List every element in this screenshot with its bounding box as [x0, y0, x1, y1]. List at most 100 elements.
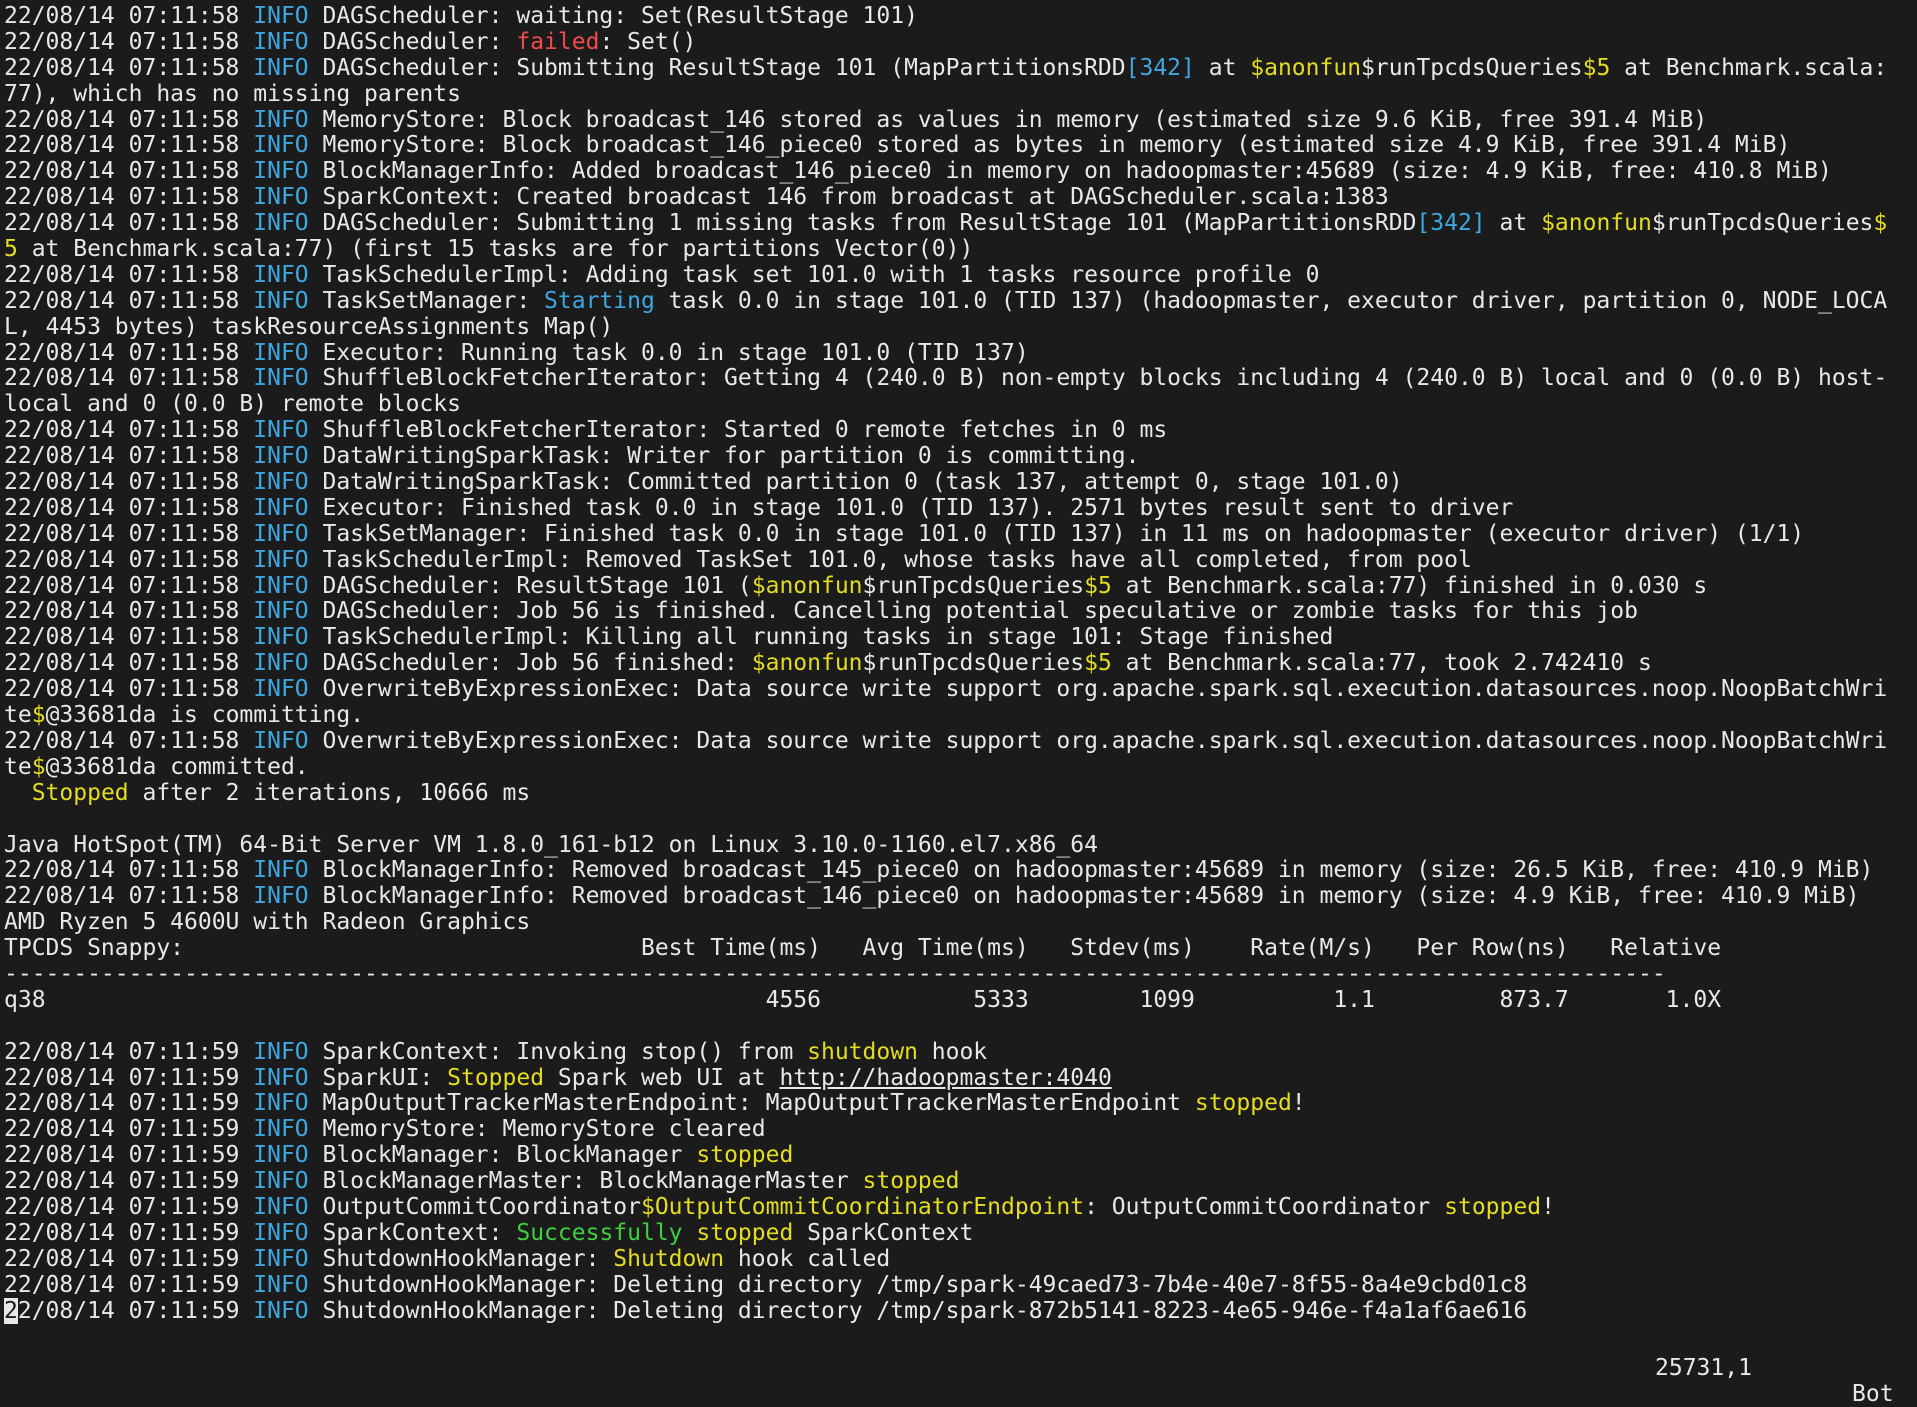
log-level: INFO	[253, 184, 309, 211]
log-text: OutputCommitCoordinator	[308, 1193, 641, 1220]
log-line: 22/08/14 07:11:58 INFO TaskSetManager: S…	[4, 287, 1914, 315]
log-text: 22/08/14 07:11:58	[4, 624, 254, 651]
log-text: stopped	[696, 1219, 794, 1246]
log-line: TPCDS Snappy: Best Time(ms) Avg Time(ms)…	[4, 935, 1914, 962]
log-line: te$@33681da is committing.	[4, 702, 1914, 729]
log-line: 22/08/14 07:11:58 INFO DAGScheduler: Sub…	[4, 54, 1914, 82]
log-text: 22/08/14 07:11:59	[4, 1168, 254, 1195]
log-text: 22/08/14 07:11:58	[4, 339, 254, 366]
log-line: Java HotSpot(TM) 64-Bit Server VM 1.8.0_…	[4, 832, 1914, 859]
log-text: 22/08/14 07:11:58	[4, 210, 254, 237]
log-text: 22/08/14 07:11:58	[4, 54, 254, 81]
log-text: SparkUI:	[308, 1064, 448, 1091]
log-level: INFO	[253, 1168, 309, 1195]
log-text: BlockManager: BlockManager	[308, 1142, 697, 1169]
log-text: stopped	[862, 1168, 960, 1195]
log-level: INFO	[253, 624, 309, 651]
log-text: DataWritingSparkTask: Writer for partiti…	[308, 443, 1140, 470]
log-text: ShutdownHookManager: Deleting directory …	[308, 1271, 1528, 1298]
log-text: Starting	[544, 287, 655, 314]
log-text: TaskSetManager: Finished task 0.0 in sta…	[308, 520, 1805, 547]
log-text: L, 4453 bytes) taskResourceAssignments M…	[4, 313, 614, 340]
log-level: INFO	[253, 1219, 309, 1246]
log-level: INFO	[253, 727, 309, 754]
log-text: $5	[1084, 650, 1112, 677]
text-cursor: 2	[4, 1297, 18, 1324]
log-text: $	[1873, 210, 1888, 237]
log-text: SparkContext: Invoking stop() from	[308, 1038, 808, 1065]
log-text: ShuffleBlockFetcherIterator: Started 0 r…	[308, 417, 1168, 444]
terminal-buffer[interactable]: 22/08/14 07:11:58 INFO DAGScheduler: wai…	[4, 3, 1914, 1325]
log-text: 22/08/14 07:11:58	[4, 28, 254, 55]
log-text: Spark web UI at	[544, 1064, 780, 1091]
log-text: AMD Ryzen 5 4600U with Radeon Graphics	[4, 909, 531, 936]
log-text: !	[1541, 1193, 1555, 1220]
log-text: $	[31, 753, 46, 780]
cursor-position: 25731,1	[1655, 1355, 1752, 1381]
log-line: 22/08/14 07:11:58 INFO Executor: Finishe…	[4, 494, 1914, 522]
log-text: Executor: Finished task 0.0 in stage 101…	[308, 494, 1514, 521]
log-text: DAGScheduler: Job 56 is finished. Cancel…	[308, 598, 1638, 625]
log-level: INFO	[253, 210, 309, 237]
log-line: 22/08/14 07:11:59 INFO BlockManagerMaste…	[4, 1168, 1914, 1195]
log-text: 22/08/14 07:11:58	[4, 261, 254, 288]
log-level: INFO	[253, 261, 309, 288]
log-text: DAGScheduler: Submitting 1 missing tasks…	[308, 210, 1417, 237]
log-text: hook	[917, 1038, 988, 1065]
log-text: BlockManagerInfo: Removed broadcast_145_…	[308, 857, 1874, 884]
log-line: 22/08/14 07:11:59 INFO SparkUI: Stopped …	[4, 1064, 1914, 1092]
log-text: stopped	[1194, 1090, 1292, 1117]
log-level: INFO	[253, 417, 309, 444]
log-line: 22/08/14 07:11:58 INFO TaskSchedulerImpl…	[4, 546, 1914, 574]
log-text: TaskSchedulerImpl: Adding task set 101.0…	[308, 261, 1320, 288]
log-text: 77), which has no missing parents	[4, 80, 461, 107]
log-text: SparkContext:	[308, 1219, 517, 1246]
log-line: 22/08/14 07:11:59 INFO ShutdownHookManag…	[4, 1297, 1914, 1325]
log-level: INFO	[253, 28, 309, 55]
log-text: 22/08/14 07:11:58	[4, 106, 254, 133]
log-text: 22/08/14 07:11:58	[4, 520, 254, 547]
log-text: Stopped	[447, 1064, 545, 1091]
log-text: 22/08/14 07:11:59	[4, 1116, 254, 1143]
log-line: 22/08/14 07:11:59 INFO ShutdownHookManag…	[4, 1245, 1914, 1273]
log-text: 22/08/14 07:11:58	[4, 365, 254, 392]
log-line: 22/08/14 07:11:58 INFO DAGScheduler: fai…	[4, 28, 1914, 56]
log-level: INFO	[253, 1297, 309, 1324]
log-text: TaskSchedulerImpl: Killing all running t…	[308, 624, 1334, 651]
log-text: $5	[1084, 572, 1112, 599]
log-line: 22/08/14 07:11:59 INFO SparkContext: Suc…	[4, 1219, 1914, 1247]
log-line: 22/08/14 07:11:58 INFO MemoryStore: Bloc…	[4, 106, 1914, 134]
log-link[interactable]: http://hadoopmaster:4040	[779, 1065, 1111, 1091]
log-text: DAGScheduler: Job 56 finished:	[308, 650, 752, 677]
log-level: INFO	[253, 546, 309, 573]
log-text: DAGScheduler: Submitting ResultStage 101…	[308, 54, 1126, 81]
log-text: at Benchmark.scala:77) finished in 0.030…	[1111, 572, 1708, 599]
log-text: 22/08/14 07:11:59	[4, 1142, 254, 1169]
log-text: Shutdown	[613, 1245, 725, 1272]
log-text: 22/08/14 07:11:58	[4, 650, 254, 677]
log-text: 22/08/14 07:11:58	[4, 184, 254, 211]
log-text: at Benchmark.scala:77, took 2.742410 s	[1111, 650, 1652, 677]
log-text: 2/08/14 07:11:59	[17, 1297, 254, 1324]
log-line: 22/08/14 07:11:59 INFO MapOutputTrackerM…	[4, 1090, 1914, 1117]
log-text: 22/08/14 07:11:59	[4, 1271, 254, 1298]
log-line: 22/08/14 07:11:58 INFO DataWritingSparkT…	[4, 469, 1914, 496]
log-level: INFO	[253, 1064, 309, 1091]
log-line: 22/08/14 07:11:58 INFO ShuffleBlockFetch…	[4, 417, 1914, 444]
log-text: 5	[4, 236, 18, 263]
log-level: INFO	[253, 3, 309, 29]
log-text: ----------------------------------------…	[4, 960, 1666, 987]
log-line: ----------------------------------------…	[4, 960, 1914, 988]
log-level: INFO	[253, 54, 309, 81]
log-text: $anonfun	[1541, 210, 1652, 237]
log-text: $anonfun	[1250, 54, 1362, 81]
log-text: Executor: Running task 0.0 in stage 101.…	[308, 339, 1029, 366]
log-text: SparkContext: Created broadcast 146 from…	[308, 184, 1389, 211]
log-text: MapOutputTrackerMasterEndpoint: MapOutpu…	[308, 1090, 1195, 1117]
log-level: INFO	[253, 158, 309, 185]
log-text: 22/08/14 07:11:58	[4, 3, 254, 29]
log-line: 22/08/14 07:11:58 INFO Executor: Running…	[4, 339, 1914, 367]
